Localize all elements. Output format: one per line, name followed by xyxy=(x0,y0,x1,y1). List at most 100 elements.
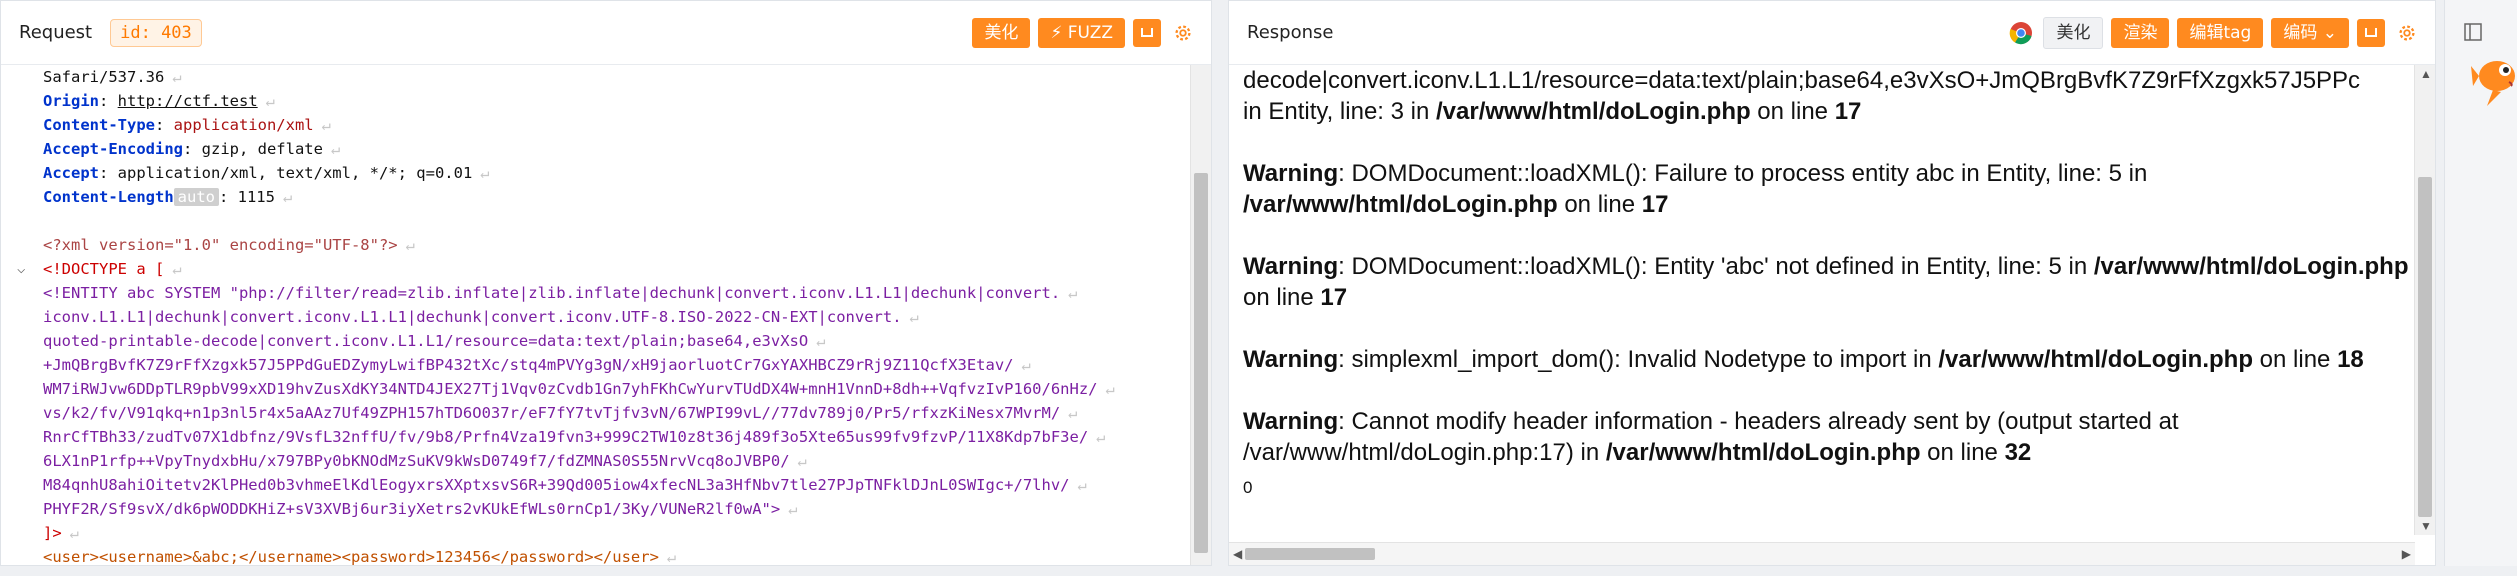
request-scrollbar[interactable] xyxy=(1190,65,1211,565)
code-token: : xyxy=(99,164,118,182)
request-id-tag: id: 403 xyxy=(110,18,202,47)
header-value: gzip, deflate xyxy=(201,140,323,158)
newline-marker-icon: ↵ xyxy=(1068,284,1078,302)
code-line: iconv.L1.L1|dechunk|convert.iconv.L1.L1|… xyxy=(1,305,1188,329)
code-line: quoted-printable-decode|convert.iconv.L1… xyxy=(1,329,1188,353)
newline-marker-icon: ↵ xyxy=(405,236,415,254)
doctype-end: ]> xyxy=(43,524,62,542)
scroll-left-icon[interactable]: ◀ xyxy=(1233,547,1242,561)
code-token: : xyxy=(154,116,174,134)
return-icon xyxy=(1141,27,1153,37)
code-line: vs/k2/fv/V91qkq+n1p3nl5r4x5aAAz7Uf49ZPH1… xyxy=(1,401,1188,425)
collapse-panel-button[interactable] xyxy=(2463,22,2483,47)
request-editor[interactable]: Safari/537.36 ↵ Origin: http://ctf.test ↵ Co… xyxy=(1,65,1188,566)
open-in-browser-button[interactable] xyxy=(2007,19,2035,47)
header-key: Content-Type xyxy=(43,116,155,134)
code-token: : xyxy=(99,92,118,110)
response-settings-button[interactable] xyxy=(2393,19,2421,47)
newline-marker-icon: ↵ xyxy=(788,500,798,518)
response-first-warning-tail: in Entity, line: 3 in /var/www/html/doLo… xyxy=(1243,98,1862,125)
code-line: WM7iRWJvw6DDpTLR9pbV99xXD19hvZusXdKY34NT… xyxy=(1,377,1188,401)
chevron-down-icon: ⌄ xyxy=(2322,22,2337,43)
newline-marker-icon: ↵ xyxy=(172,68,182,86)
entity-declaration: PHYF2R/Sf9svX/dk6pWODDKHiZ+sV3XVBj6ur3iy… xyxy=(43,500,781,518)
warning-line: Warning: DOMDocument::loadXML(): Entity … xyxy=(1243,253,2409,311)
header-value: : 1115 xyxy=(218,188,275,206)
settings-button[interactable] xyxy=(1169,19,1197,47)
code-line: Safari/537.36 ↵ xyxy=(1,65,1188,89)
xml-declaration: <?xml version="1.0" encoding="UTF-8"?> xyxy=(43,236,398,254)
header-value: application/xml xyxy=(173,116,314,134)
encoding-dropdown[interactable]: 编码 ⌄ xyxy=(2271,17,2349,48)
response-pane: Response 美化 渲染 编辑tag 编码 ⌄ decode|convert… xyxy=(1228,0,2436,566)
header-value: application/xml, text/xml, */*; q=0.01 xyxy=(117,164,473,182)
code-line: Accept-Encoding: gzip, deflate ↵ xyxy=(1,137,1188,161)
newline-marker-icon: ↵ xyxy=(1105,380,1115,398)
header-value: http://ctf.test xyxy=(117,92,258,110)
response-header: Response 美化 渲染 编辑tag 编码 ⌄ xyxy=(1229,1,2435,65)
entity-declaration: <!ENTITY abc SYSTEM "php://filter/read=z… xyxy=(43,284,1061,302)
edit-tag-button[interactable]: 编辑tag xyxy=(2177,17,2264,48)
code-token: : xyxy=(182,140,202,158)
response-output-zero: 0 xyxy=(1243,478,1253,497)
response-newline-button[interactable] xyxy=(2357,18,2385,47)
beautify-button[interactable]: 美化 xyxy=(972,17,1031,48)
header-key: Accept xyxy=(43,164,99,182)
newline-marker-icon: ↵ xyxy=(816,332,826,350)
newline-marker-icon: ↵ xyxy=(321,116,331,134)
entity-declaration: vs/k2/fv/V91qkq+n1p3nl5r4x5aAAz7Uf49ZPH1… xyxy=(43,404,1061,422)
response-first-line: decode|convert.iconv.L1.L1/resource=data… xyxy=(1243,67,2361,94)
code-line: ⌵ <!DOCTYPE a [ ↵ xyxy=(1,257,1188,281)
newline-marker-icon: ↵ xyxy=(666,548,677,566)
return-icon xyxy=(2365,27,2377,37)
response-scroll-thumb[interactable] xyxy=(2418,177,2432,517)
response-scrollbar-vertical[interactable]: ▲ ▼ xyxy=(2414,65,2435,535)
response-scrollbar-horizontal[interactable]: ◀ ▶ xyxy=(1229,542,2415,565)
gear-icon xyxy=(1175,24,1191,41)
entity-declaration: RnrCfTBh33/zudTv07X1dbfnz/9VsfL32nffU/fv… xyxy=(43,428,1089,446)
header-key: Accept-Encoding xyxy=(43,140,183,158)
newline-marker-icon: ↵ xyxy=(330,140,341,158)
response-beautify-button[interactable]: 美化 xyxy=(2043,16,2104,49)
fuzz-button[interactable]: ⚡ FUZZ xyxy=(1038,17,1125,48)
side-panel xyxy=(2444,0,2517,566)
goldfish-mascot-icon[interactable] xyxy=(2471,48,2517,115)
code-line: Accept: application/xml, text/xml, */*; … xyxy=(1,161,1188,185)
scroll-down-icon[interactable]: ▼ xyxy=(2420,519,2432,533)
code-line: PHYF2R/Sf9svX/dk6pWODDKHiZ+sV3XVBj6ur3iy… xyxy=(1,497,1188,521)
response-hscroll-thumb[interactable] xyxy=(1245,548,1375,560)
newline-marker-icon: ↵ xyxy=(1077,476,1087,494)
entity-declaration: WM7iRWJvw6DDpTLR9pbV99xXD19hvZusXdKY34NT… xyxy=(43,380,1098,398)
xml-body: <user><username>&abc;</username><passwor… xyxy=(43,548,659,566)
request-title: Request xyxy=(19,22,93,43)
fold-chevron-icon[interactable]: ⌵ xyxy=(17,257,25,281)
request-pane: Request id: 403 美化 ⚡ FUZZ Safari/537.36 ↵… xyxy=(0,0,1212,566)
newline-toggle-button[interactable] xyxy=(1133,18,1161,47)
code-line: <user><username>&abc;</username><passwor… xyxy=(1,545,1188,566)
code-token: Safari/537.36 xyxy=(43,68,165,86)
warning-line: Warning: Cannot modify header informatio… xyxy=(1243,408,2179,466)
auto-badge: auto xyxy=(173,188,219,206)
entity-declaration: M84qnhU8ahiOitetv2KlPHed0b3vhmeElKdlEogy… xyxy=(43,476,1070,494)
code-line: RnrCfTBh33/zudTv07X1dbfnz/9VsfL32nffU/fv… xyxy=(1,425,1188,449)
newline-marker-icon: ↵ xyxy=(172,260,182,278)
request-scroll-thumb[interactable] xyxy=(1194,173,1208,553)
entity-declaration: iconv.L1.L1|dechunk|convert.iconv.L1.L1|… xyxy=(43,308,902,326)
code-line: ]> ↵ xyxy=(1,521,1188,545)
chrome-icon xyxy=(2010,21,2033,44)
newline-marker-icon: ↵ xyxy=(1021,356,1031,374)
doctype: <!DOCTYPE a [ xyxy=(43,260,165,278)
scroll-up-icon[interactable]: ▲ xyxy=(2420,67,2432,81)
request-header: Request id: 403 美化 ⚡ FUZZ xyxy=(1,1,1211,65)
newline-marker-icon: ↵ xyxy=(265,92,275,110)
encoding-label: 编码 xyxy=(2283,22,2318,43)
scroll-right-icon[interactable]: ▶ xyxy=(2402,547,2411,561)
entity-declaration: 6LX1nP1rfp++VpyTnydxbHu/x797BPy0bKNOdMzS… xyxy=(43,452,790,470)
newline-marker-icon: ↵ xyxy=(69,524,80,542)
code-line: <?xml version="1.0" encoding="UTF-8"?> ↵ xyxy=(1,233,1188,257)
code-line: +JmQBrgBvfK7Z9rFfXzgxk57J5PPdGuEDZymyLwi… xyxy=(1,353,1188,377)
warning-line: Warning: simplexml_import_dom(): Invalid… xyxy=(1243,346,2364,373)
render-button[interactable]: 渲染 xyxy=(2111,17,2170,48)
fuzz-label: FUZZ xyxy=(1067,22,1113,43)
